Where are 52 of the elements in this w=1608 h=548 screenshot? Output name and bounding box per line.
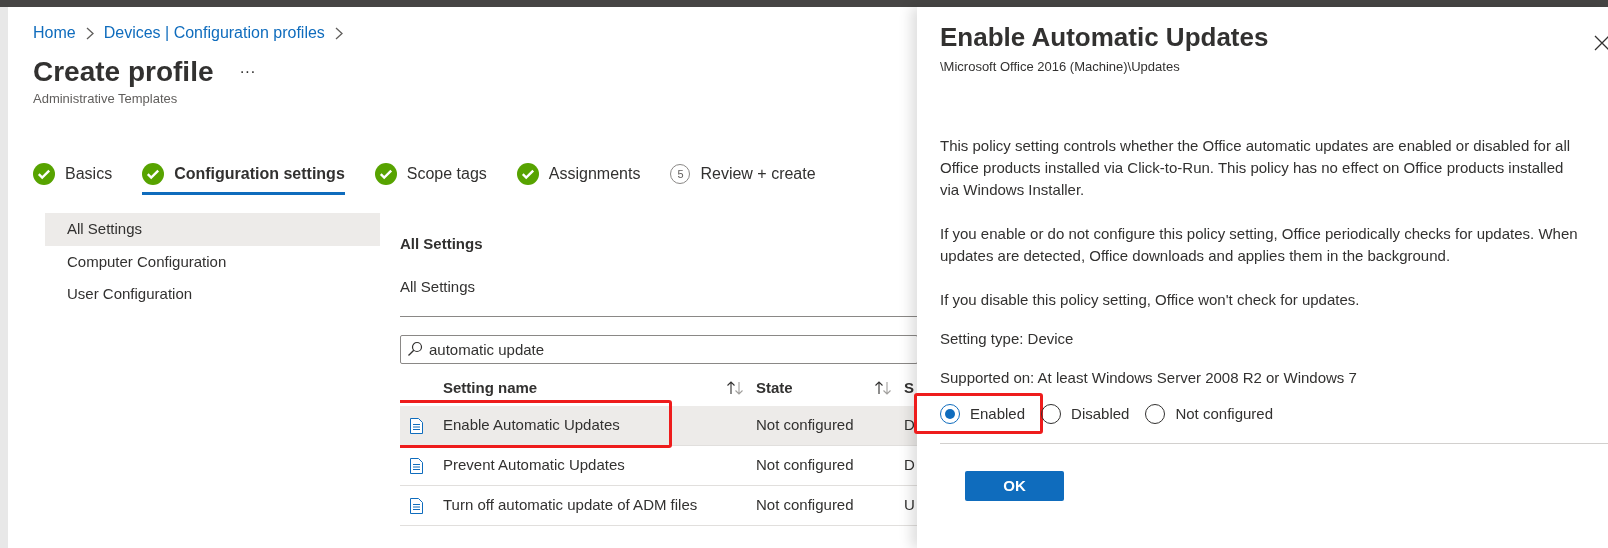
ok-button[interactable]: OK: [965, 471, 1064, 502]
check-circle-icon: [142, 163, 165, 186]
document-icon: [410, 458, 423, 475]
table-cell: D: [904, 416, 915, 434]
table-cell: D: [904, 456, 915, 474]
document-icon: [410, 418, 423, 435]
search-field[interactable]: automatic update: [400, 335, 918, 365]
page-subtitle: Administrative Templates: [33, 89, 179, 108]
wizard-tab[interactable]: 5 Review + create: [670, 158, 816, 196]
breadcrumb-link[interactable]: Devices | Configuration profiles: [103, 21, 325, 45]
wizard-tab[interactable]: Basics: [33, 158, 113, 196]
table-cell: U: [904, 496, 915, 514]
wizard-tab[interactable]: Configuration settings: [142, 158, 345, 196]
wizard-tab[interactable]: Scope tags: [374, 158, 487, 196]
document-icon: [410, 498, 423, 515]
radio-option[interactable]: Enabled: [940, 402, 1026, 426]
chevron-icon: [334, 26, 343, 40]
table-row[interactable]: Enable Automatic Updates Not configured D: [400, 406, 918, 447]
breadcrumb-link[interactable]: Home: [33, 21, 76, 45]
description-text: Setting type: Device: [940, 328, 1075, 349]
chevron-icon: [85, 26, 94, 40]
table-cell: Turn off automatic update of ADM files: [443, 496, 698, 514]
sort-icon[interactable]: [874, 381, 892, 396]
description-text: If you disable this policy setting, Office won't check for updates.: [940, 289, 1361, 310]
panel-title: Enable Automatic Updates: [940, 22, 1269, 54]
policy-path: \Microsoft Office 2016 (Machine)\Updates: [940, 58, 1181, 77]
more-menu[interactable]: ···: [239, 59, 256, 84]
section-title: All Settings: [400, 234, 484, 255]
radio-option[interactable]: Disabled: [1041, 402, 1130, 426]
check-circle-icon: [374, 163, 397, 186]
description-text: This policy setting controls whether the Office automatic updates are enabled or disabled for all Office products installed via Click-to-Run. This policy has no effect on Office products installed via Windows Installer.: [940, 135, 1572, 200]
table-cell: Prevent Automatic Updates: [443, 456, 625, 474]
section-path: All Settings: [400, 277, 476, 295]
nav-item[interactable]: User Configuration: [45, 278, 380, 311]
page-title: Create profile: [33, 55, 214, 89]
column-header[interactable]: S: [904, 378, 914, 396]
table-cell: Not configured: [756, 456, 854, 474]
check-circle-icon: [516, 163, 539, 186]
table-cell: Enable Automatic Updates: [443, 416, 620, 434]
check-circle-icon: [33, 163, 55, 186]
wizard-tab[interactable]: Assignments: [516, 158, 641, 196]
sort-icon[interactable]: [726, 381, 744, 396]
description-text: Supported on: At least Windows Server 2008 R2 or Windows 7: [940, 367, 1358, 388]
column-header[interactable]: Setting name: [443, 376, 538, 400]
column-header[interactable]: State: [756, 376, 793, 400]
radio-option[interactable]: Not configured: [1145, 402, 1273, 426]
table-cell: Not configured: [756, 496, 854, 514]
nav-item[interactable]: All Settings: [45, 213, 380, 246]
table-cell: Not configured: [756, 416, 854, 434]
close-icon[interactable]: [1594, 35, 1608, 51]
nav-item[interactable]: Computer Configuration: [45, 245, 380, 279]
description-text: If you enable or do not configure this policy setting, Office periodically checks for updates. When updates are detected, Office downloads and applies them in the background.: [940, 223, 1579, 266]
